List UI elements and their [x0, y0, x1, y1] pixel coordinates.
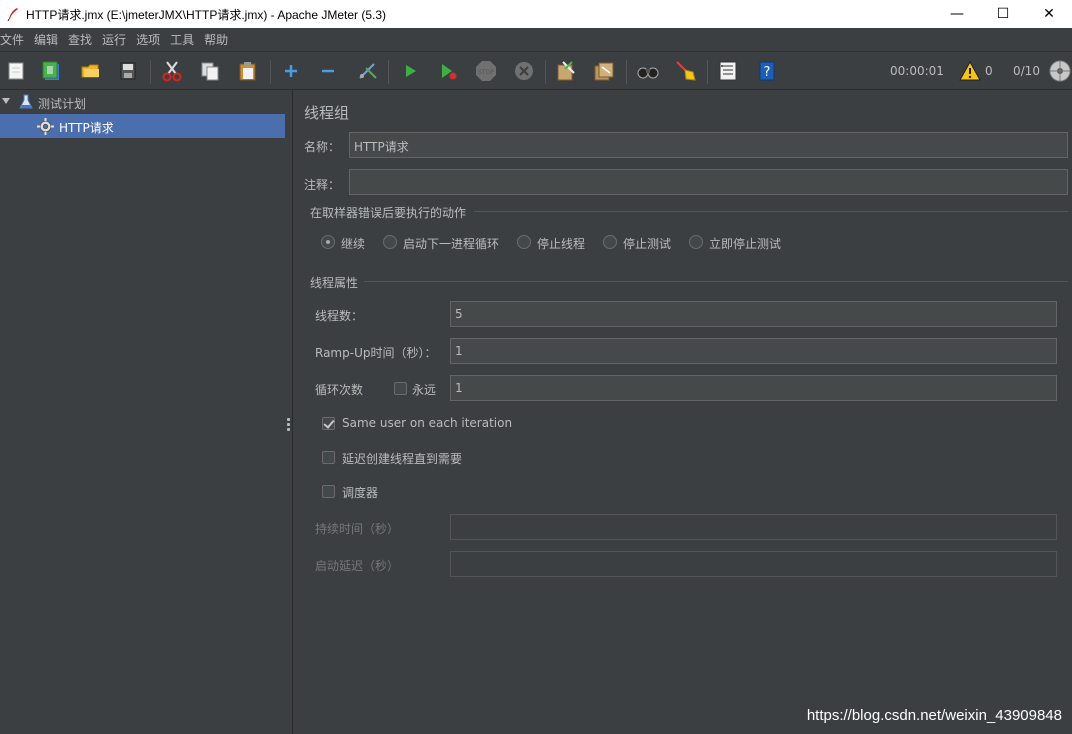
rampup-field[interactable]: 1 [450, 338, 1057, 364]
tree-node-test-plan[interactable]: 测试计划 [0, 90, 285, 114]
thread-props-title: 线程属性 [310, 276, 359, 290]
threads-field[interactable]: 5 [450, 301, 1057, 327]
radio-stop-thread-label: 停止线程 [537, 237, 586, 251]
open-icon[interactable] [79, 59, 103, 83]
scheduler-label: 调度器 [342, 486, 379, 500]
flask-icon [18, 94, 34, 110]
warning-icon[interactable] [958, 59, 982, 83]
copy-icon[interactable] [198, 59, 222, 83]
loop-label: 循环次数 [315, 383, 364, 397]
menu-options[interactable]: 选项 [136, 31, 164, 48]
menu-edit[interactable]: 编辑 [34, 31, 62, 48]
loop-count-field[interactable]: 1 [450, 375, 1057, 401]
radio-start-next-loop-label: 启动下一进程循环 [403, 237, 500, 251]
watermark-url: https://blog.csdn.net/weixin_43909848 [806, 707, 1062, 724]
menu-tools[interactable]: 工具 [170, 31, 198, 48]
threads-label: 线程数： [315, 309, 364, 323]
elapsed-time: 00:00:01 [890, 64, 944, 78]
startup-delay-label: 启动延迟（秒） [315, 559, 400, 573]
toolbar: STOP ? 00:00:01 0 0/10 [0, 52, 1072, 90]
reset-search-icon[interactable] [673, 59, 697, 83]
duration-field[interactable] [450, 514, 1057, 540]
close-button[interactable]: ✕ [1026, 0, 1072, 28]
test-plan-tree: 测试计划 HTTP请求 [0, 90, 285, 734]
radio-continue[interactable] [321, 235, 335, 249]
same-user-label: Same user on each iteration [342, 416, 513, 430]
svg-text:?: ? [764, 65, 771, 80]
function-helper-icon[interactable] [716, 59, 740, 83]
window-title: HTTP请求.jmx (E:\jmeterJMX\HTTP请求.jmx) - A… [26, 7, 387, 22]
menu-search[interactable]: 查找 [68, 31, 96, 48]
active-threads: 0/10 [1013, 64, 1040, 78]
gear-icon [37, 118, 54, 135]
collapse-icon[interactable] [316, 59, 340, 83]
svg-text:STOP: STOP [478, 69, 494, 76]
name-field[interactable]: HTTP请求 [349, 132, 1068, 158]
delay-thread-creation-checkbox[interactable] [322, 451, 335, 464]
duration-label: 持续时间（秒） [315, 522, 400, 536]
radio-stop-test[interactable] [603, 235, 617, 249]
paste-icon[interactable] [236, 59, 260, 83]
new-icon[interactable] [4, 59, 28, 83]
radio-stop-test-now[interactable] [689, 235, 703, 249]
rampup-label: Ramp-Up时间（秒）： [315, 346, 437, 360]
start-icon[interactable] [398, 59, 422, 83]
scheduler-checkbox[interactable] [322, 485, 335, 498]
maximize-button[interactable]: ☐ [980, 0, 1026, 28]
minimize-button[interactable]: — [934, 0, 980, 28]
cut-icon[interactable] [160, 59, 184, 83]
radio-start-next-loop[interactable] [383, 235, 397, 249]
name-label: 名称： [304, 140, 341, 154]
panel-splitter[interactable] [285, 90, 293, 734]
save-icon[interactable] [116, 59, 140, 83]
radio-stop-thread[interactable] [517, 235, 531, 249]
menu-bar: 文件 编辑 查找 运行 选项 工具 帮助 [0, 28, 1072, 52]
clear-all-icon[interactable] [592, 59, 616, 83]
warning-count: 0 [985, 64, 993, 78]
expand-arrow-icon[interactable] [2, 98, 10, 104]
panel-title: 线程组 [304, 104, 350, 122]
menu-help[interactable]: 帮助 [204, 31, 232, 48]
same-user-checkbox[interactable] [322, 417, 335, 430]
toggle-icon[interactable] [355, 59, 379, 83]
error-action-title: 在取样器错误后要执行的动作 [310, 206, 467, 220]
tree-node-label: HTTP请求 [59, 121, 114, 135]
tree-node-label: 测试计划 [38, 97, 87, 111]
remote-status-icon[interactable] [1048, 59, 1072, 83]
shutdown-icon[interactable] [512, 59, 536, 83]
delay-thread-creation-label: 延迟创建线程直到需要 [342, 452, 463, 466]
menu-run[interactable]: 运行 [102, 31, 130, 48]
templates-icon[interactable] [40, 59, 64, 83]
comment-label: 注释： [304, 178, 341, 192]
forever-label: 永远 [412, 383, 437, 397]
stop-icon[interactable]: STOP [474, 59, 498, 83]
splitter-grip-icon[interactable] [287, 418, 290, 432]
radio-stop-test-now-label: 立即停止测试 [709, 237, 782, 251]
forever-checkbox[interactable] [394, 382, 407, 395]
start-no-pause-icon[interactable] [436, 59, 460, 83]
help-icon[interactable]: ? [755, 59, 779, 83]
expand-icon[interactable] [279, 59, 303, 83]
radio-continue-label: 继续 [341, 237, 366, 251]
thread-group-panel: 线程组 名称： HTTP请求 注释： 在取样器错误后要执行的动作 继续 启动下一… [294, 90, 1072, 734]
comment-field[interactable] [349, 169, 1068, 195]
menu-file[interactable]: 文件 [0, 31, 28, 48]
search-icon[interactable] [636, 59, 660, 83]
title-bar: HTTP请求.jmx (E:\jmeterJMX\HTTP请求.jmx) - A… [0, 0, 1072, 28]
jmeter-feather-icon [6, 7, 20, 22]
startup-delay-field[interactable] [450, 551, 1057, 577]
tree-node-thread-group[interactable]: HTTP请求 [0, 114, 285, 138]
clear-icon[interactable] [554, 59, 578, 83]
radio-stop-test-label: 停止测试 [623, 237, 672, 251]
